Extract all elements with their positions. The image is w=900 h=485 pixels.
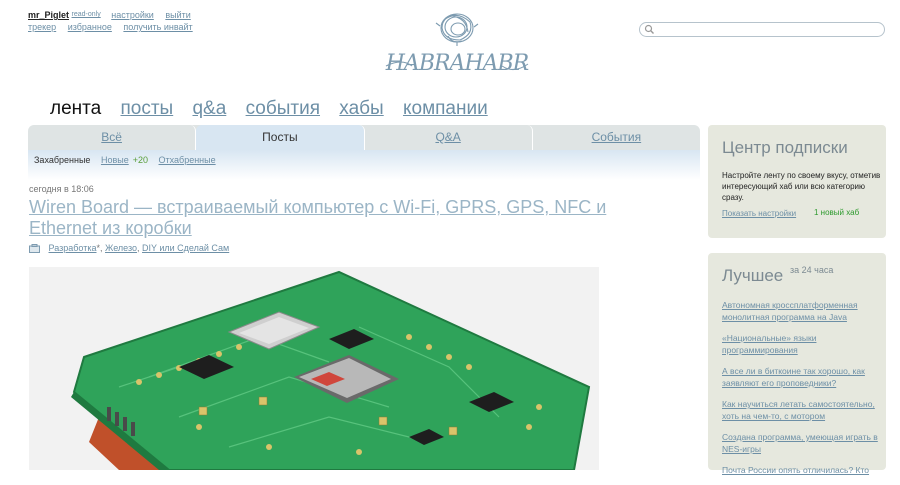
svg-text:HABRAHABR: HABRAHABR [385,51,529,76]
new-count-badge: +20 [132,155,148,165]
post-image [29,267,599,470]
favorites-link[interactable]: избранное [68,22,112,32]
hub-link-hardware[interactable]: Железо [105,243,137,253]
hub-category-icon [29,244,40,254]
post-title-link[interactable]: Wiren Board — встраиваемый компьютер с W… [29,197,669,239]
invite-link[interactable]: получить инвайт [123,22,192,32]
feed-tabs: Всё Посты Q&A События [28,125,700,150]
nav-events[interactable]: события [246,98,320,119]
hub-link-development[interactable]: Разработка [49,243,97,253]
habrahabr-logo[interactable]: HABRAHABR [382,8,532,86]
nav-hubs[interactable]: хабы [339,98,383,119]
tab-all[interactable]: Всё [28,125,197,150]
user-bar: mr_Piglet read-only настройки выйти трек… [28,9,202,33]
logout-link[interactable]: выйти [165,10,190,20]
username-link[interactable]: mr_Piglet [28,10,69,20]
best-item[interactable]: Автономная кроссплатформенная монолитная… [722,299,882,323]
subscription-title: Центр подписки [722,138,848,157]
nav-companies[interactable]: компании [403,98,488,119]
best-posts: Лучшее за 24 часа Автономная кроссплатфо… [708,253,886,475]
tab-posts[interactable]: Посты [196,125,365,150]
post-hubs: Разработка*, Железо, DIY или Сделай Сам [29,243,229,254]
best-list: Автономная кроссплатформенная монолитная… [722,299,882,485]
subscription-description: Настройте ленту по своему вкусу, отметив… [722,171,881,202]
subnav-rejected[interactable]: Отхабренные [159,155,216,165]
feed-subnav: Захабренные Новые +20 Отхабренные [28,150,700,180]
show-settings-link[interactable]: Показать настройки [722,209,796,218]
main-nav: лента посты q&a события хабы компании [50,98,502,120]
post-time: сегодня в 18:06 [29,184,94,194]
best-title: Лучшее [722,266,784,285]
best-item[interactable]: Как научиться летать самостоятельно, хот… [722,398,882,422]
best-item[interactable]: А все ли в биткоине так хорошо, как заяв… [722,365,882,389]
tab-events[interactable]: События [533,125,700,150]
tracker-link[interactable]: трекер [28,22,56,32]
tab-qa[interactable]: Q&A [365,125,533,150]
best-item[interactable]: «Национальные» языки программирования [722,332,882,356]
readonly-badge[interactable]: read-only [72,11,101,18]
subnav-new[interactable]: Новые [101,155,129,165]
settings-link[interactable]: настройки [111,10,154,20]
search-input[interactable] [639,22,885,37]
subscription-center: Центр подписки Настройте ленту по своему… [708,125,886,238]
new-hub-badge: 1 новый хаб [814,208,860,217]
search-icon [644,24,654,34]
subnav-approved[interactable]: Захабренные [34,155,90,165]
nav-feed[interactable]: лента [50,98,101,119]
best-period: за 24 часа [790,265,834,275]
hub-link-diy[interactable]: DIY или Сделай Сам [142,243,229,253]
nav-qa[interactable]: q&a [192,98,226,119]
best-item[interactable]: Создана программа, умеющая играть в NES-… [722,431,882,455]
best-item[interactable]: Почта России опять отличилась? Кто [722,464,882,476]
nav-posts[interactable]: посты [120,98,173,119]
